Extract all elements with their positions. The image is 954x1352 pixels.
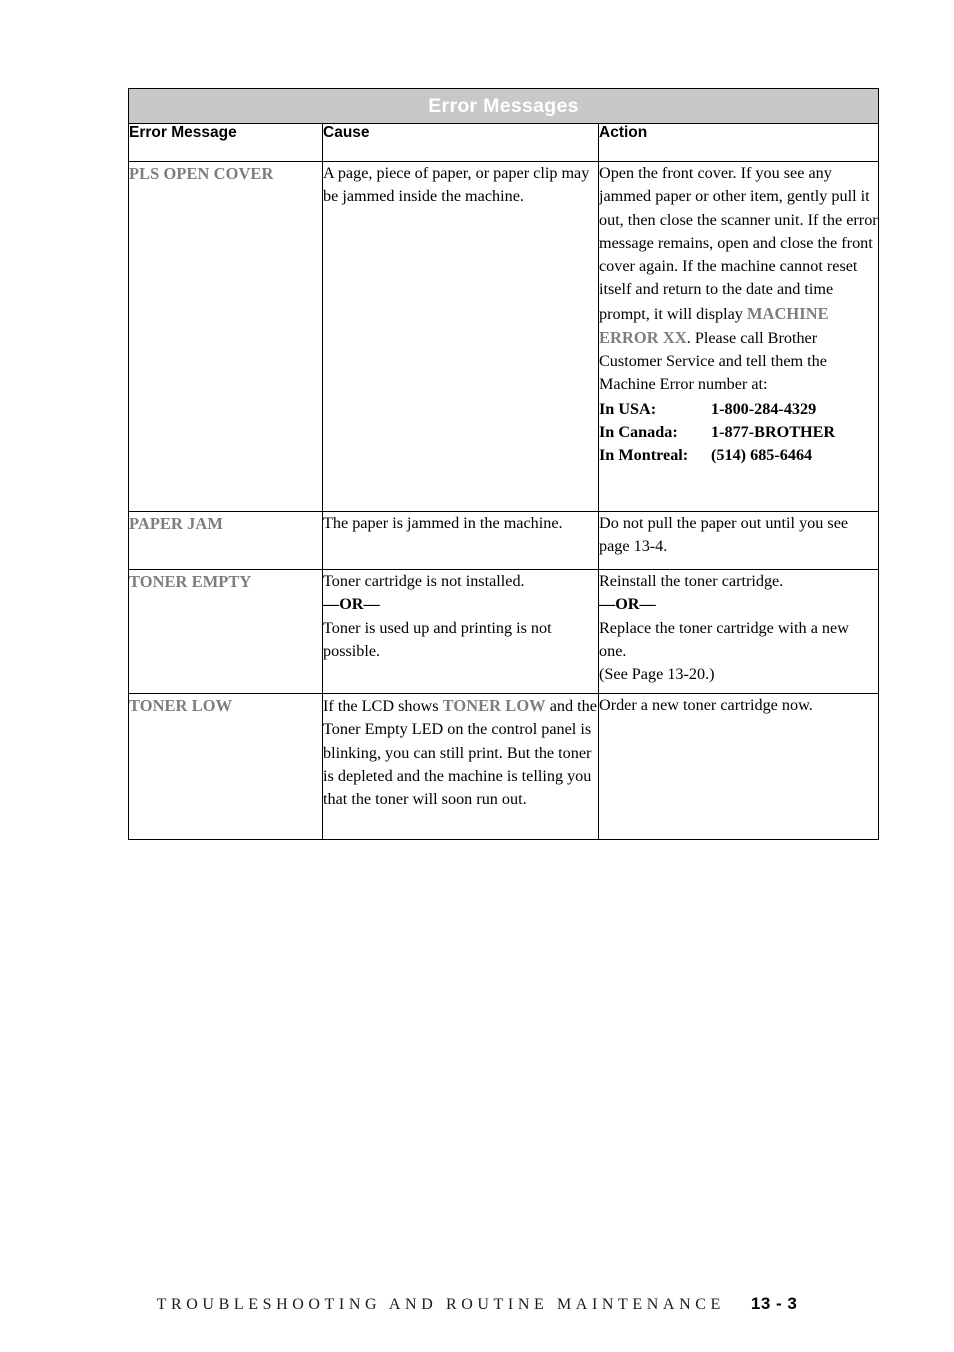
action-page-reference: (See Page 13-20.) bbox=[599, 665, 715, 683]
error-code-cell: TONER LOW bbox=[128, 693, 323, 840]
page-footer: TROUBLESHOOTING AND ROUTINE MAINTENANCE 1… bbox=[0, 1294, 954, 1314]
support-phone-list: In USA: 1-800-284-4329 In Canada: 1-877-BR… bbox=[599, 398, 878, 468]
table-title: Error Messages bbox=[428, 95, 579, 117]
error-code-label: PLS OPEN COVER bbox=[129, 164, 274, 183]
action-text: Order a new toner cartridge now. bbox=[599, 696, 813, 714]
column-header-label: Cause bbox=[323, 124, 370, 141]
table-title-row: Error Messages bbox=[127, 88, 880, 124]
cause-cell: The paper is jammed in the machine. bbox=[322, 511, 599, 570]
phone-label: In USA: bbox=[599, 399, 657, 418]
cause-cell: A page, piece of paper, or paper clip ma… bbox=[322, 161, 599, 512]
action-text: Do not pull the paper out until you see … bbox=[599, 514, 849, 556]
column-header-error-message: Error Message bbox=[128, 123, 323, 162]
phone-row-canada: In Canada: 1-877-BROTHER bbox=[599, 421, 878, 444]
phone-number: 1-800-284-4329 bbox=[711, 399, 817, 418]
error-code-cell: PAPER JAM bbox=[128, 511, 323, 570]
phone-row-montreal: In Montreal: (514) 685-6464 bbox=[599, 444, 878, 467]
footer-chapter-title: TROUBLESHOOTING AND ROUTINE MAINTENANCE bbox=[156, 1296, 725, 1313]
cause-text-first: Toner cartridge is not installed. bbox=[323, 572, 525, 590]
table-row: TONER LOW If the LCD shows TONER LOW and… bbox=[128, 693, 880, 840]
column-header-label: Error Message bbox=[129, 124, 237, 141]
error-code-label: TONER EMPTY bbox=[129, 572, 252, 591]
document-page: Error Messages Error Message Cause Actio… bbox=[0, 0, 954, 1352]
action-or-separator: —OR— bbox=[599, 595, 656, 614]
cause-text-second: Toner is used up and printing is not pos… bbox=[323, 618, 552, 660]
action-text-part1: Open the front cover. If you see any jam… bbox=[599, 164, 878, 323]
phone-label: In Canada: bbox=[599, 422, 678, 441]
action-cell: Open the front cover. If you see any jam… bbox=[597, 161, 880, 512]
action-cell: Reinstall the toner cartridge. —OR— Repl… bbox=[597, 569, 880, 694]
action-cell: Do not pull the paper out until you see … bbox=[597, 511, 880, 570]
cause-cell: If the LCD shows TONER LOW and the Toner… bbox=[322, 693, 599, 840]
table-row: TONER EMPTY Toner cartridge is not insta… bbox=[128, 569, 880, 694]
phone-row-usa: In USA: 1-800-284-4329 bbox=[599, 398, 878, 421]
cause-cell: Toner cartridge is not installed. —OR— T… bbox=[322, 569, 599, 694]
error-code-cell: PLS OPEN COVER bbox=[128, 161, 323, 512]
column-header-cause: Cause bbox=[322, 123, 599, 162]
error-code-label: TONER LOW bbox=[129, 696, 233, 715]
cause-text: If the LCD shows TONER LOW and the Toner… bbox=[323, 694, 598, 811]
error-messages-table: Error Messages Error Message Cause Actio… bbox=[127, 88, 880, 840]
cause-text-part1: If the LCD shows bbox=[323, 697, 443, 715]
table-title-cell: Error Messages bbox=[127, 88, 880, 124]
error-code-cell: TONER EMPTY bbox=[128, 569, 323, 694]
action-text-first: Reinstall the toner cartridge. bbox=[599, 572, 784, 590]
phone-label: In Montreal: bbox=[599, 446, 689, 465]
action-text-second: Replace the toner cartridge with a new o… bbox=[599, 618, 849, 660]
column-header-label: Action bbox=[599, 124, 648, 141]
table-row: PAPER JAM The paper is jammed in the mac… bbox=[128, 511, 880, 570]
cause-text: A page, piece of paper, or paper clip ma… bbox=[323, 164, 590, 206]
table-row: PLS OPEN COVER A page, piece of paper, o… bbox=[128, 161, 880, 512]
error-code-label: PAPER JAM bbox=[129, 514, 223, 533]
phone-number: (514) 685-6464 bbox=[711, 446, 813, 465]
column-header-action: Action bbox=[597, 123, 880, 162]
cause-text: The paper is jammed in the machine. bbox=[323, 514, 563, 532]
action-text: Open the front cover. If you see any jam… bbox=[599, 162, 878, 397]
phone-number: 1-877-BROTHER bbox=[711, 422, 836, 441]
cause-or-separator: —OR— bbox=[323, 595, 380, 614]
footer-page-number: 13 - 3 bbox=[750, 1294, 798, 1313]
table-header-row: Error Message Cause Action bbox=[128, 123, 880, 162]
toner-low-highlight: TONER LOW bbox=[442, 696, 546, 715]
action-cell: Order a new toner cartridge now. bbox=[597, 693, 880, 840]
